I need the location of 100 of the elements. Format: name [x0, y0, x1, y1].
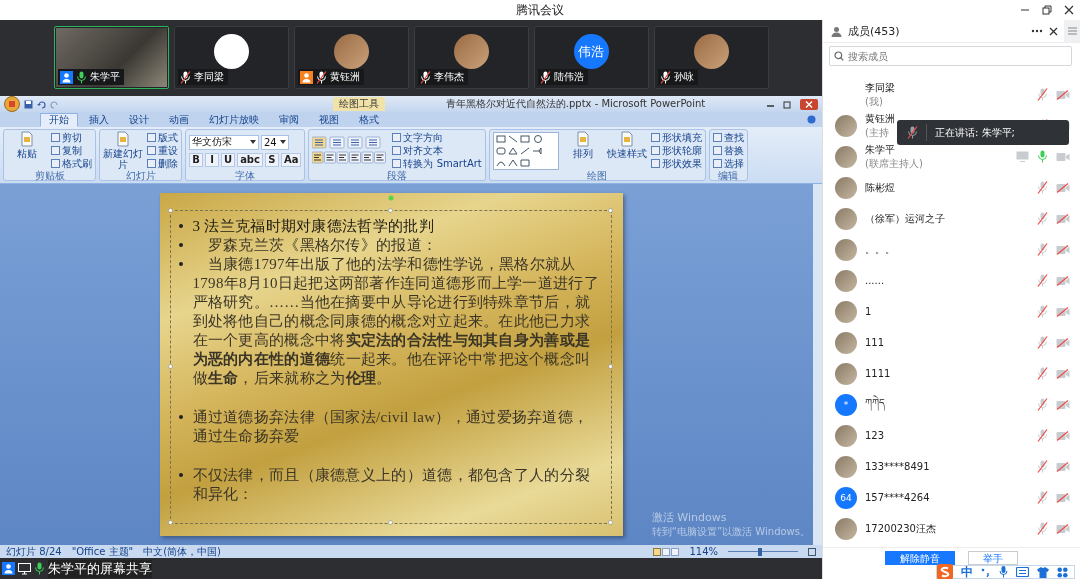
close-icon[interactable]	[1049, 26, 1058, 36]
member-name: ཀཀེད	[865, 390, 885, 419]
s-logo-icon[interactable]	[937, 564, 953, 579]
format-button[interactable]: U	[221, 152, 236, 167]
ribbon-tab[interactable]: 视图	[310, 113, 348, 127]
save-icon[interactable]	[24, 99, 33, 109]
slide-counter: 幻灯片 8/24	[6, 544, 62, 559]
resize-handle[interactable]	[607, 520, 613, 525]
help-icon[interactable]	[807, 115, 816, 124]
square-icon	[51, 133, 60, 142]
member-name: 111	[865, 337, 885, 348]
microphone-icon[interactable]	[999, 566, 1008, 578]
video-tile[interactable]: 伟浩 陆伟浩	[533, 26, 649, 89]
format-button[interactable]: abc	[237, 152, 263, 167]
square-icon	[650, 133, 660, 142]
ribbon-button[interactable]: 替换	[712, 144, 744, 157]
activation-title: 激活 Windows	[651, 510, 728, 525]
participant-name: 孙咏	[673, 70, 694, 84]
member-name: 黄钰洲	[865, 111, 895, 126]
panel-button[interactable]: 举手	[968, 551, 1018, 565]
format-button[interactable]: S	[264, 152, 279, 167]
ribbon-button[interactable]: 复制	[51, 144, 92, 157]
view-buttons-icon[interactable]	[653, 547, 680, 556]
ribbon-button[interactable]: 形状填充	[650, 131, 702, 144]
ribbon-button[interactable]: 对齐文本	[392, 144, 482, 157]
panel-button[interactable]: 解除静音	[885, 551, 955, 565]
scrollbar[interactable]	[813, 184, 822, 545]
square-icon	[650, 146, 660, 155]
ribbon-button[interactable]: 粘贴	[7, 131, 47, 170]
resize-handle[interactable]	[607, 208, 613, 213]
ribbon-button[interactable]: 形状效果	[650, 157, 702, 170]
resize-handle[interactable]	[167, 520, 173, 525]
ribbon-tab[interactable]: 设计	[120, 113, 158, 127]
context-tab-label: 绘图工具	[333, 97, 385, 111]
format-button[interactable]: I	[205, 152, 219, 167]
video-tile[interactable]: 黄钰洲	[293, 26, 409, 89]
ribbon-button[interactable]: 版式	[147, 131, 178, 144]
resize-handle[interactable]	[387, 208, 393, 213]
format-button[interactable]: Aa	[280, 152, 302, 167]
rotate-handle[interactable]	[387, 195, 394, 201]
ribbon-button[interactable]: 排列	[562, 131, 603, 170]
ribbon-tab[interactable]: 插入	[80, 113, 118, 127]
shirt-icon[interactable]	[1037, 566, 1049, 578]
member-name: 。。。	[865, 242, 895, 257]
close-icon[interactable]	[1064, 5, 1074, 15]
ribbon-button[interactable]: 剪切	[51, 131, 92, 144]
fit-to-window-icon[interactable]	[808, 547, 816, 556]
resize-handle[interactable]	[607, 364, 613, 369]
resize-handle[interactable]	[167, 208, 173, 213]
square-icon	[51, 159, 60, 168]
member-name: 1111	[865, 368, 891, 379]
member-name: 157****4264	[865, 492, 930, 503]
member-name: 陈彬煜	[865, 180, 895, 195]
group-label: 剪贴板	[33, 170, 66, 182]
member-name: 李同梁	[865, 80, 895, 95]
ribbon-button[interactable]: 新建幻灯片	[103, 131, 143, 170]
slider-thumb[interactable]	[757, 547, 762, 556]
language-label: 中文(简体，中国)	[143, 544, 222, 559]
zoom-slider[interactable]	[728, 547, 798, 556]
page-icon	[618, 131, 635, 147]
video-tile[interactable]: 孙咏	[653, 26, 769, 89]
ribbon-tab[interactable]: 动画	[160, 113, 198, 127]
font-dropdown[interactable]: 华文仿宋	[189, 134, 259, 150]
resize-handle[interactable]	[387, 520, 393, 525]
ribbon-button[interactable]: 格式刷	[51, 157, 92, 170]
ribbon-button[interactable]: 选择	[712, 157, 744, 170]
ribbon-button[interactable]: 重设	[147, 144, 178, 157]
restore-icon[interactable]	[783, 99, 792, 109]
size-dropdown[interactable]: 24	[261, 134, 289, 150]
group-label: 字体	[234, 170, 257, 182]
input-mode-label[interactable]: 中	[961, 563, 973, 579]
video-tile[interactable]: 朱学平	[53, 26, 169, 89]
restore-icon[interactable]	[1042, 5, 1052, 15]
square-icon	[712, 159, 722, 168]
punctuation-icon[interactable]	[981, 567, 991, 577]
ribbon-tab[interactable]: 幻灯片放映	[200, 113, 268, 127]
ribbon-tab[interactable]: 开始	[40, 113, 78, 127]
ribbon-button[interactable]: 快速样式	[606, 131, 647, 170]
keyboard-icon[interactable]	[1016, 567, 1029, 577]
ribbon-button[interactable]: 查找	[712, 131, 744, 144]
ribbon-button[interactable]: 文字方向	[392, 131, 482, 144]
screen-share-icon	[18, 562, 31, 575]
office-orb-icon[interactable]	[4, 96, 20, 112]
video-tile[interactable]: 李伟杰	[413, 26, 529, 89]
paragraph-tools-drawing[interactable]	[312, 135, 389, 166]
ribbon-tab[interactable]: 审阅	[270, 113, 308, 127]
resize-handle[interactable]	[167, 364, 173, 369]
undo-icon[interactable]	[37, 99, 46, 109]
more-icon[interactable]	[1031, 29, 1043, 33]
ribbon-button[interactable]: 删除	[147, 157, 178, 170]
video-tile[interactable]: 李同梁	[173, 26, 289, 89]
ribbon-button[interactable]: 转换为 SmartArt	[392, 157, 482, 170]
square-icon	[712, 146, 722, 155]
grid-icon[interactable]	[1057, 566, 1068, 578]
search-field[interactable]: 搜索成员	[829, 46, 1072, 66]
theme-name: "Office 主题"	[71, 544, 134, 559]
ribbon-button[interactable]: 形状轮廓	[650, 144, 702, 157]
shapes-gallery-drawing[interactable]	[492, 131, 559, 170]
ribbon-tab[interactable]: 格式	[350, 113, 388, 127]
format-button[interactable]: B	[189, 152, 203, 167]
